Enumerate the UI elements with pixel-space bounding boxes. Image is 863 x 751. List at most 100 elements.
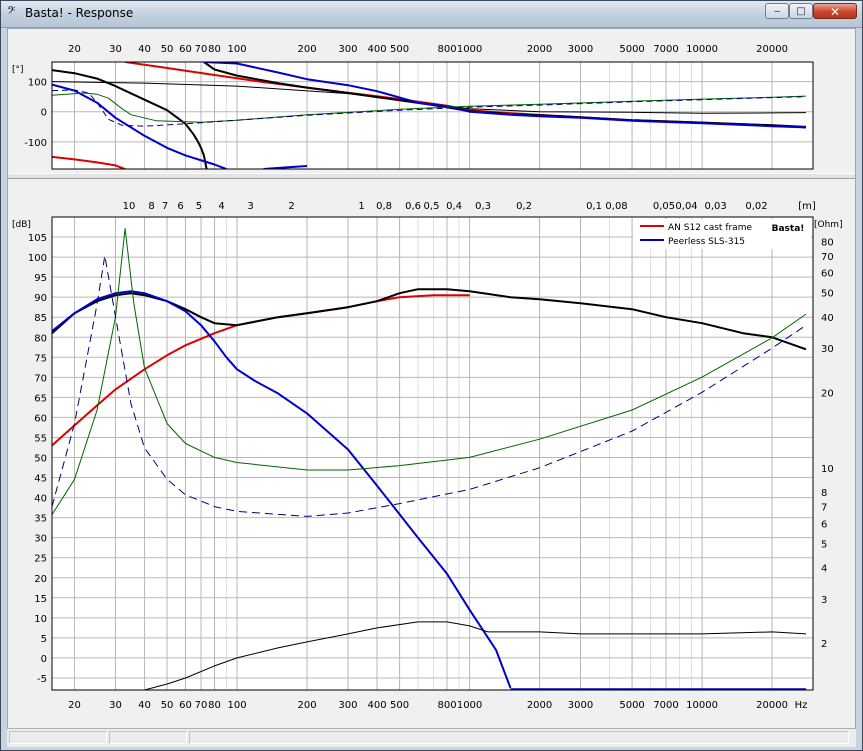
y2-tick-label: 70 — [821, 252, 834, 263]
y-tick-label: 75 — [34, 353, 47, 364]
x-tick-label: 2000 — [527, 44, 552, 55]
y2-axis-label: [Ohm] — [814, 220, 843, 230]
y-tick-label: 15 — [34, 594, 47, 605]
x-tick-label: 10000 — [686, 700, 718, 711]
wavelength-tick-label: 7 — [162, 201, 168, 212]
x-tick-label: 3000 — [568, 700, 593, 711]
x-tick-label: 7000 — [653, 700, 678, 711]
x-tick-label: 70 — [195, 44, 208, 55]
status-bar — [7, 728, 856, 747]
y-tick-label: 105 — [28, 233, 47, 244]
y-tick-label: -5 — [37, 674, 47, 685]
y-tick-label: 10 — [34, 614, 47, 625]
wavelength-tick-label: 5 — [196, 201, 202, 212]
status-pane-3 — [189, 731, 849, 744]
app-window: 𝄢 Basta! - Response ‒ □ ✕ 20 30 40 50 60 70 80… — [0, 0, 863, 751]
y-tick-label: 35 — [34, 514, 47, 525]
wavelength-tick-label: 0,3 — [475, 201, 491, 212]
wavelength-axis-label: [m] — [798, 201, 816, 212]
basta-watermark: Basta! — [772, 224, 805, 234]
y-tick-label: 5 — [41, 634, 47, 645]
wavelength-tick-label: 2 — [288, 201, 294, 212]
wavelength-tick-label: 0,05 — [653, 201, 675, 212]
x-tick-label: 50 — [161, 44, 174, 55]
y-tick-label: 25 — [34, 554, 47, 565]
y-tick-label: 70 — [34, 373, 47, 384]
wavelength-tick-label: 0,8 — [376, 201, 392, 212]
title-bar[interactable]: 𝄢 Basta! - Response ‒ □ ✕ — [1, 1, 862, 28]
x-tick-label: 30 — [109, 44, 122, 55]
y-axis-label: [dB] — [12, 220, 31, 230]
x-tick-label: 800 — [437, 700, 456, 711]
y-tick-label: 55 — [34, 433, 47, 444]
wavelength-tick-label: 8 — [148, 201, 154, 212]
client-area: 20 30 40 50 60 70 80 100 200 300 400 500 800 1000 2000… — [7, 28, 856, 741]
y2-tick-label: 2 — [821, 639, 827, 650]
y-tick-label: 80 — [34, 333, 47, 344]
x-tick-label: 500 — [390, 44, 409, 55]
y-tick-label: 0 — [41, 108, 47, 119]
x-tick-label: 500 — [390, 700, 409, 711]
y2-tick-label: 8 — [821, 488, 827, 499]
y-axis-label: [°] — [12, 65, 24, 75]
y-tick-label: 100 — [28, 253, 47, 264]
plot-area — [51, 216, 814, 691]
x-tick-label: 1000 — [457, 44, 482, 55]
wavelength-tick-label: 6 — [177, 201, 183, 212]
x-tick-label: 50 — [161, 700, 174, 711]
bass-clef-icon: 𝄢 — [7, 5, 16, 20]
wavelength-tick-label: 4 — [218, 201, 224, 212]
y-tick-label: 90 — [34, 293, 47, 304]
maximize-button[interactable]: □ — [789, 3, 813, 19]
wavelength-tick-label: 10 — [123, 201, 136, 212]
wavelength-tick-label: 0,2 — [516, 201, 532, 212]
status-pane-1 — [9, 731, 107, 744]
wavelength-tick-label: 1 — [358, 201, 364, 212]
x-tick-label: 40 — [138, 700, 151, 711]
y2-tick-label: 4 — [821, 564, 827, 575]
plot-area — [51, 61, 814, 170]
x-tick-label: 200 — [297, 700, 316, 711]
spl-chart[interactable]: 20 30 40 50 60 70 80 100 200 300 400 500 800 1000 2000… — [8, 179, 855, 727]
window-title: Basta! - Response — [25, 6, 134, 20]
minimize-button[interactable]: ‒ — [765, 3, 789, 19]
wavelength-tick-label: 0,04 — [675, 201, 697, 212]
x-tick-label: 400 — [367, 44, 386, 55]
y2-tick-label: 30 — [821, 344, 834, 355]
x-tick-label: 60 — [179, 700, 192, 711]
phase-chart[interactable]: 20 30 40 50 60 70 80 100 200 300 400 500 800 1000 2000… — [8, 29, 855, 173]
y2-tick-label: 20 — [821, 388, 834, 399]
y-tick-label: 95 — [34, 273, 47, 284]
y2-tick-label: 80 — [821, 237, 834, 248]
close-button[interactable]: ✕ — [813, 3, 857, 19]
x-tick-label: 80 — [208, 700, 221, 711]
y-tick-label: 20 — [34, 574, 47, 585]
x-tick-label: 20 — [68, 700, 81, 711]
wavelength-tick-label: 0,08 — [605, 201, 627, 212]
legend-entry-label: AN S12 cast frame — [668, 223, 752, 233]
x-tick-label: 200 — [297, 44, 316, 55]
x-tick-label: 60 — [179, 44, 192, 55]
x-tick-label: 100 — [228, 44, 247, 55]
y-tick-label: 45 — [34, 474, 47, 485]
y2-tick-label: 40 — [821, 313, 834, 324]
y-tick-label: -100 — [24, 138, 47, 149]
y-tick-label: 0 — [41, 654, 47, 665]
y2-tick-label: 7 — [821, 503, 827, 514]
wavelength-tick-label: 3 — [247, 201, 253, 212]
wavelength-tick-label: 0,03 — [704, 201, 726, 212]
legend-entry-label: Peerless SLS-315 — [668, 237, 745, 247]
status-pane-2 — [109, 731, 187, 744]
x-tick-label: 1000 — [457, 700, 482, 711]
y-tick-label: 85 — [34, 313, 47, 324]
x-tick-label: 20000 — [756, 700, 788, 711]
y-tick-label: 40 — [34, 494, 47, 505]
y2-tick-label: 10 — [821, 464, 834, 475]
y-tick-label: 100 — [28, 78, 47, 89]
wavelength-tick-label: 0,4 — [446, 201, 462, 212]
wavelength-tick-label: 0,02 — [745, 201, 767, 212]
x-tick-label: 10000 — [686, 44, 718, 55]
x-tick-label: 300 — [338, 44, 357, 55]
x-tick-label: 5000 — [619, 700, 644, 711]
y-tick-label: 30 — [34, 534, 47, 545]
